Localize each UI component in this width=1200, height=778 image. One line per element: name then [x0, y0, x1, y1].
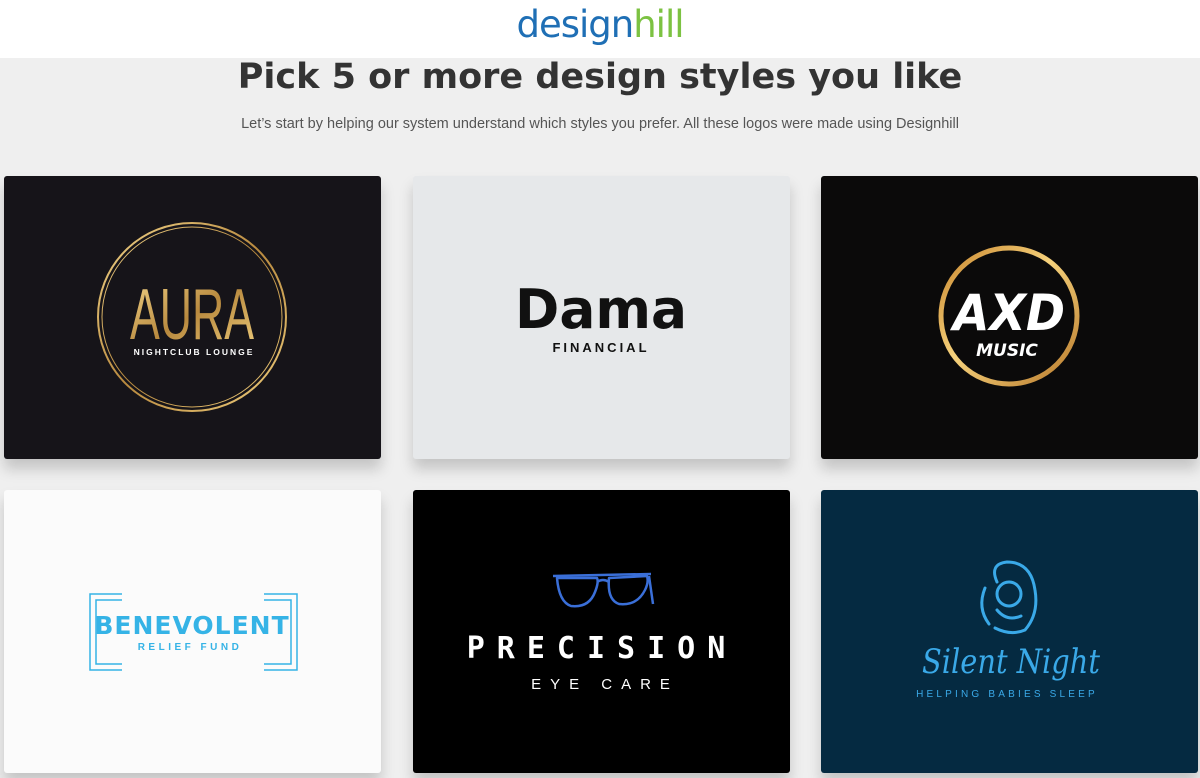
mother-baby-icon	[980, 560, 1038, 635]
logo-name: Dama	[515, 278, 687, 341]
glasses-icon	[552, 572, 655, 608]
logo-part-design: design	[516, 3, 634, 46]
top-bar: designhill	[0, 0, 1200, 58]
style-card-aura[interactable]: AURA NIGHTCLUB LOUNGE	[4, 176, 381, 459]
logo-tagline: RELIEF FUND	[138, 642, 243, 653]
logo-tagline: MUSIC	[976, 341, 1038, 361]
style-card-axd-music[interactable]: AXD MUSIC	[821, 176, 1198, 459]
logo-tagline: EYE CARE	[531, 676, 679, 693]
style-card-precision[interactable]: PRECISION EYE CARE	[413, 490, 790, 773]
logo-tagline: NIGHTCLUB LOUNGE	[134, 347, 255, 357]
logo-name: AXD	[949, 284, 1065, 342]
logo-tagline: HELPING BABIES SLEEP	[916, 689, 1098, 700]
page-title: Pick 5 or more design styles you like	[237, 57, 963, 97]
logo-name: Silent Night	[922, 642, 1100, 682]
logo-name: AURA	[130, 275, 254, 355]
logo-name: PRECISION	[467, 631, 738, 666]
logo-part-hill: hill	[633, 3, 684, 46]
logo-tagline: FINANCIAL	[552, 340, 649, 355]
style-card-dama[interactable]: Dama FINANCIAL	[413, 176, 790, 459]
style-card-benevolent[interactable]: BENEVOLENT RELIEF FUND	[4, 490, 381, 773]
page-subtitle: Let’s start by helping our system unders…	[241, 116, 959, 132]
logo-name: BENEVOLENT	[94, 611, 289, 640]
style-card-silent-night[interactable]: Silent Night HELPING BABIES SLEEP	[821, 490, 1198, 773]
designhill-logo[interactable]: designhill	[0, 3, 1200, 47]
